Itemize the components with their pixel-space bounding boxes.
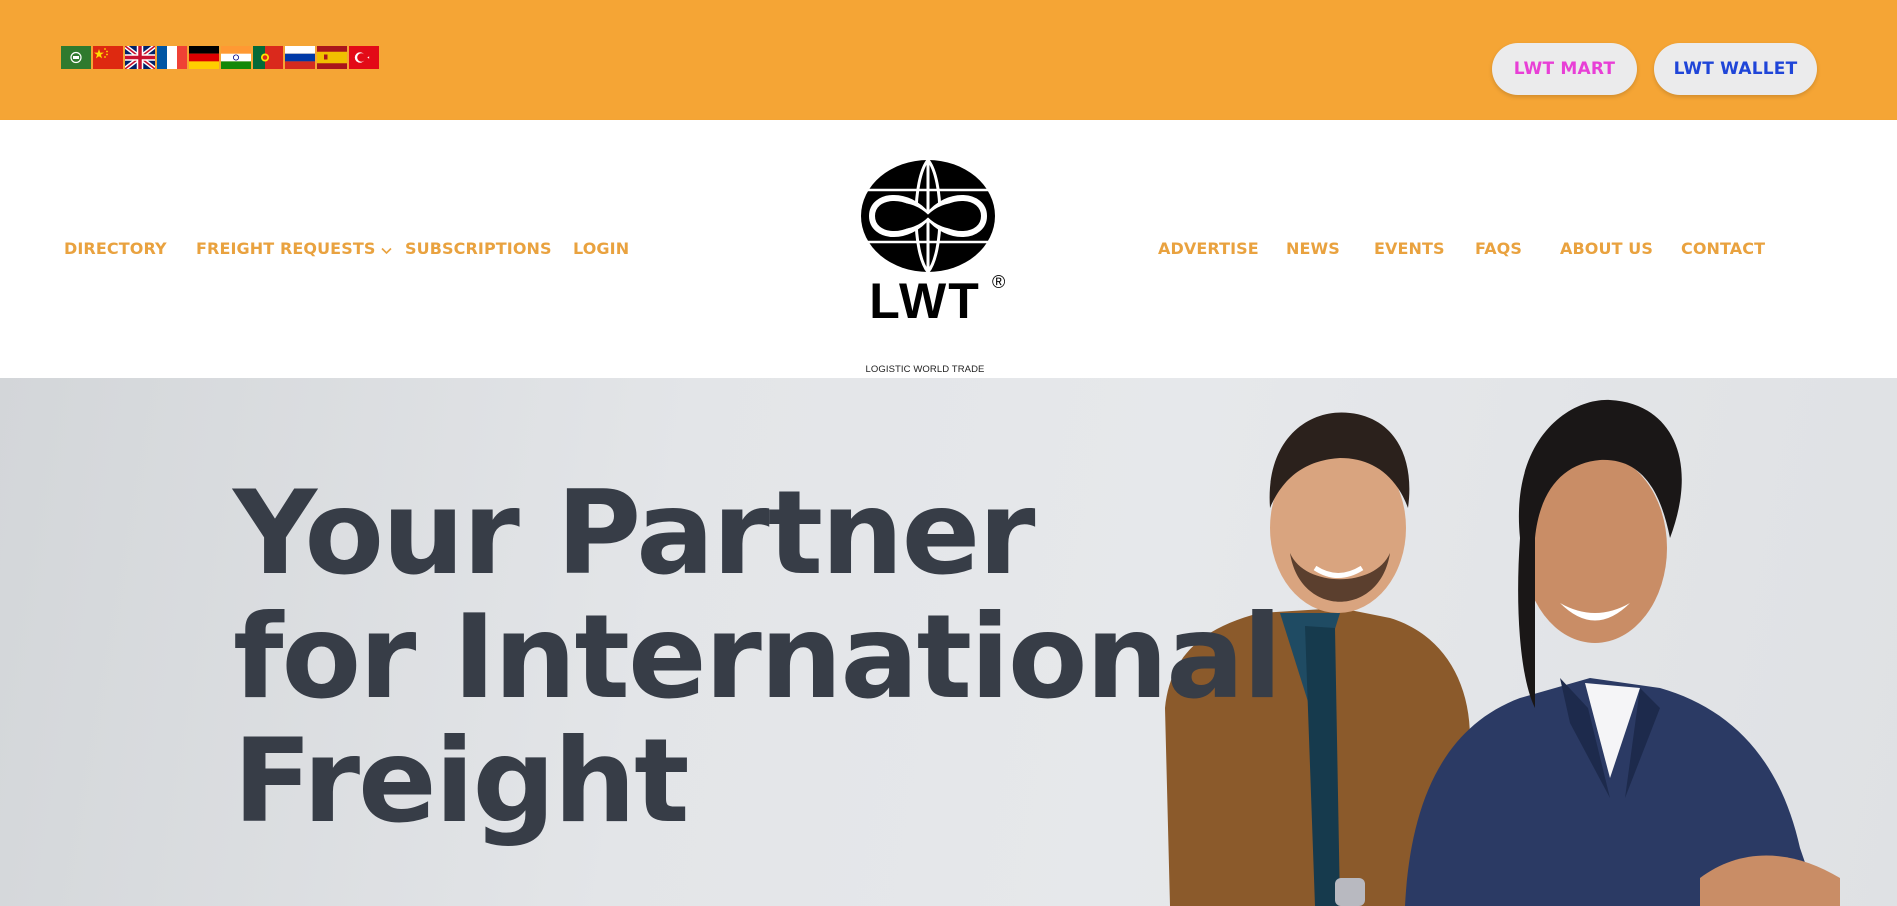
chevron-down-icon <box>381 240 393 259</box>
nav-news[interactable]: NEWS <box>1286 239 1340 258</box>
nav-faqs[interactable]: FAQS <box>1475 239 1522 258</box>
flag-china-icon[interactable] <box>93 46 123 69</box>
nav-login[interactable]: LOGIN <box>573 239 629 258</box>
hero-heading-line-2: for International <box>233 590 1282 725</box>
nav-freight-requests-label: FREIGHT REQUESTS <box>196 239 376 258</box>
lwt-mart-button[interactable]: LWT MART <box>1492 43 1637 95</box>
lwt-wallet-button[interactable]: LWT WALLET <box>1654 43 1817 95</box>
flag-india-icon[interactable] <box>221 46 251 69</box>
flag-germany-icon[interactable] <box>189 46 219 69</box>
hero-heading-line-1: Your Partner <box>233 466 1036 601</box>
hero-heading: Your Partner for International Freight <box>233 466 1282 849</box>
flag-russia-icon[interactable] <box>285 46 315 69</box>
logo-wordmark: LWT <box>869 273 981 329</box>
nav-freight-requests[interactable]: FREIGHT REQUESTS <box>196 239 393 259</box>
nav-contact[interactable]: CONTACT <box>1681 239 1765 258</box>
flag-spain-icon[interactable] <box>317 46 347 69</box>
nav-about-us[interactable]: ABOUT US <box>1560 239 1653 258</box>
top-bar: LWT MART LWT WALLET <box>0 0 1897 120</box>
globe-infinity-icon <box>861 160 995 275</box>
lwt-logo[interactable]: LWT ® LOGISTIC WORLD TRADE <box>860 160 1010 375</box>
flag-arabic-icon[interactable] <box>61 46 91 69</box>
flag-portugal-icon[interactable] <box>253 46 283 69</box>
logo-subtitle: LOGISTIC WORLD TRADE <box>865 364 985 375</box>
nav-events[interactable]: EVENTS <box>1374 239 1445 258</box>
nav-subscriptions[interactable]: SUBSCRIPTIONS <box>405 239 552 258</box>
registered-mark: ® <box>992 272 1006 292</box>
flag-france-icon[interactable] <box>157 46 187 69</box>
nav-directory[interactable]: DIRECTORY <box>64 239 167 258</box>
main-nav: DIRECTORY FREIGHT REQUESTS SUBSCRIPTIONS… <box>0 120 1897 378</box>
hero-heading-line-3: Freight <box>233 714 690 849</box>
language-switcher <box>61 46 379 69</box>
hero-section: Your Partner for International Freight <box>0 378 1897 906</box>
flag-uk-icon[interactable] <box>125 46 155 69</box>
nav-advertise[interactable]: ADVERTISE <box>1158 239 1259 258</box>
flag-turkey-icon[interactable] <box>349 46 379 69</box>
